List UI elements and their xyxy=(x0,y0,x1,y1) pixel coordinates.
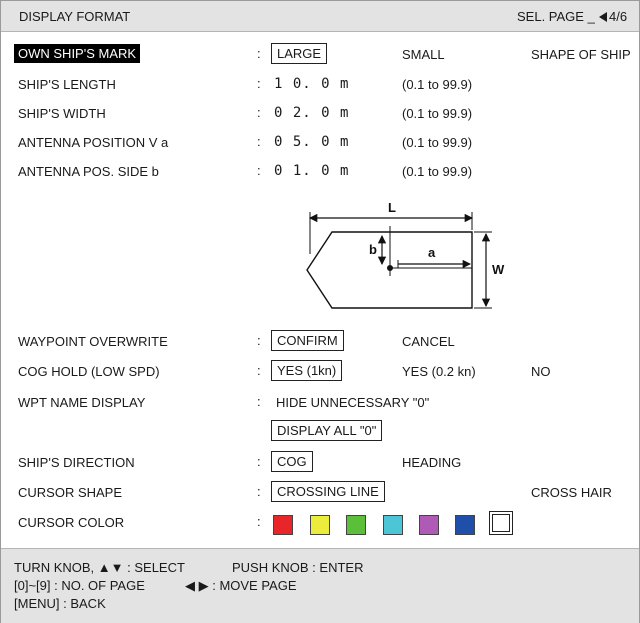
row-ships-direction[interactable]: SHIP'S DIRECTION : COG HEADING xyxy=(0,451,640,473)
label-b: b xyxy=(369,242,377,257)
option-cog[interactable]: COG xyxy=(271,451,313,472)
antenna-v-range: (0.1 to 99.9) xyxy=(402,135,473,150)
row-ship-length[interactable]: SHIP'S LENGTH : 1 0. 0 m (0.1 to 99.9) xyxy=(0,73,640,95)
instruction-footer: TURN KNOB, ▲▼ : SELECT PUSH KNOB : ENTER… xyxy=(1,548,639,623)
menu-header: DISPLAY FORMAT SEL. PAGE _ 4/6 xyxy=(1,1,639,32)
colon: : xyxy=(257,76,261,91)
footer-move-page-hint: ◀ ▶ : MOVE PAGE xyxy=(185,578,297,593)
colon: : xyxy=(257,394,261,409)
option-large[interactable]: LARGE xyxy=(271,43,328,64)
label-w: W xyxy=(492,262,505,277)
option-confirm[interactable]: CONFIRM xyxy=(271,330,344,351)
label-a: a xyxy=(428,245,436,260)
cursor-color-swatch[interactable] xyxy=(346,515,366,535)
cursor-shape-label: CURSOR SHAPE xyxy=(18,485,123,500)
cursor-color-swatch[interactable] xyxy=(455,515,475,535)
colon: : xyxy=(257,134,261,149)
ship-width-value[interactable]: 0 2. 0 m xyxy=(274,105,349,121)
row-wpt-name-display-2[interactable]: DISPLAY ALL "0" xyxy=(0,420,640,442)
option-yes-1kn[interactable]: YES (1kn) xyxy=(271,360,343,381)
footer-back-hint: [MENU] : BACK xyxy=(14,596,106,611)
row-cursor-shape[interactable]: CURSOR SHAPE : CROSSING LINE CROSS HAIR xyxy=(0,481,640,503)
cursor-color-label: CURSOR COLOR xyxy=(18,515,125,530)
ship-dimension-diagram: L W b a xyxy=(306,200,505,309)
colon: : xyxy=(257,46,261,61)
colon: : xyxy=(257,163,261,178)
row-waypoint-overwrite[interactable]: WAYPOINT OVERWRITE : CONFIRM CANCEL xyxy=(0,330,640,352)
antenna-point xyxy=(387,265,393,271)
ships-direction-label: SHIP'S DIRECTION xyxy=(18,455,135,470)
option-shape-of-ship[interactable]: SHAPE OF SHIP xyxy=(531,47,631,62)
sel-page-prompt: SEL. PAGE _ xyxy=(517,9,595,24)
cursor-color-swatch[interactable] xyxy=(310,515,330,535)
antenna-side-value[interactable]: 0 1. 0 m xyxy=(274,163,349,179)
row-own-ship-mark[interactable]: OWN SHIP'S MARK : LARGE SMALL SHAPE OF S… xyxy=(0,43,640,65)
label-l: L xyxy=(388,200,396,215)
cursor-color-swatch[interactable] xyxy=(383,515,403,535)
row-ship-width[interactable]: SHIP'S WIDTH : 0 2. 0 m (0.1 to 99.9) xyxy=(0,102,640,124)
footer-enter-hint: PUSH KNOB : ENTER xyxy=(232,560,364,575)
option-crossing-line[interactable]: CROSSING LINE xyxy=(271,481,385,502)
wpt-name-display-label: WPT NAME DISPLAY xyxy=(18,395,146,410)
option-cancel[interactable]: CANCEL xyxy=(402,334,455,349)
option-hide-unnecessary-0[interactable]: HIDE UNNECESSARY "0" xyxy=(276,395,429,410)
ship-length-range: (0.1 to 99.9) xyxy=(402,77,473,92)
colon: : xyxy=(257,454,261,469)
antenna-v-label: ANTENNA POSITION V a xyxy=(18,135,169,150)
antenna-side-range: (0.1 to 99.9) xyxy=(402,164,473,179)
page-title: DISPLAY FORMAT xyxy=(19,9,131,24)
option-display-all-0[interactable]: DISPLAY ALL "0" xyxy=(271,420,383,441)
option-cross-hair[interactable]: CROSS HAIR xyxy=(531,485,612,500)
row-antenna-pos-side[interactable]: ANTENNA POS. SIDE b : 0 1. 0 m (0.1 to 9… xyxy=(0,160,640,182)
colon: : xyxy=(257,514,261,529)
own-ship-mark-label: OWN SHIP'S MARK xyxy=(14,44,141,63)
row-cog-hold[interactable]: COG HOLD (LOW SPD) : YES (1kn) YES (0.2 … xyxy=(0,360,640,382)
cursor-color-swatch[interactable] xyxy=(273,515,293,535)
colon: : xyxy=(257,333,261,348)
ship-width-label: SHIP'S WIDTH xyxy=(18,106,106,121)
ship-length-label: SHIP'S LENGTH xyxy=(18,77,116,92)
ship-length-value[interactable]: 1 0. 0 m xyxy=(274,76,349,92)
footer-page-number-hint: [0]~[9] : NO. OF PAGE xyxy=(14,578,145,593)
option-small[interactable]: SMALL xyxy=(402,47,445,62)
prev-page-icon[interactable] xyxy=(599,12,607,22)
option-heading[interactable]: HEADING xyxy=(402,455,461,470)
option-yes-0-2kn[interactable]: YES (0.2 kn) xyxy=(402,364,476,379)
colon: : xyxy=(257,105,261,120)
antenna-v-value[interactable]: 0 5. 0 m xyxy=(274,134,349,150)
option-no[interactable]: NO xyxy=(531,364,551,379)
footer-select-hint: TURN KNOB, ▲▼ : SELECT xyxy=(14,560,185,575)
page-number: 4/6 xyxy=(609,9,628,24)
waypoint-overwrite-label: WAYPOINT OVERWRITE xyxy=(18,334,168,349)
cursor-color-swatch[interactable] xyxy=(489,511,513,535)
cursor-color-swatch[interactable] xyxy=(419,515,439,535)
ship-width-range: (0.1 to 99.9) xyxy=(402,106,473,121)
colon: : xyxy=(257,484,261,499)
cog-hold-label: COG HOLD (LOW SPD) xyxy=(18,364,160,379)
row-antenna-position-v[interactable]: ANTENNA POSITION V a : 0 5. 0 m (0.1 to … xyxy=(0,131,640,153)
page-indicator[interactable]: 4/6 xyxy=(599,9,627,24)
colon: : xyxy=(257,363,261,378)
antenna-side-label: ANTENNA POS. SIDE b xyxy=(18,164,159,179)
row-wpt-name-display[interactable]: WPT NAME DISPLAY : HIDE UNNECESSARY "0" xyxy=(0,391,640,413)
